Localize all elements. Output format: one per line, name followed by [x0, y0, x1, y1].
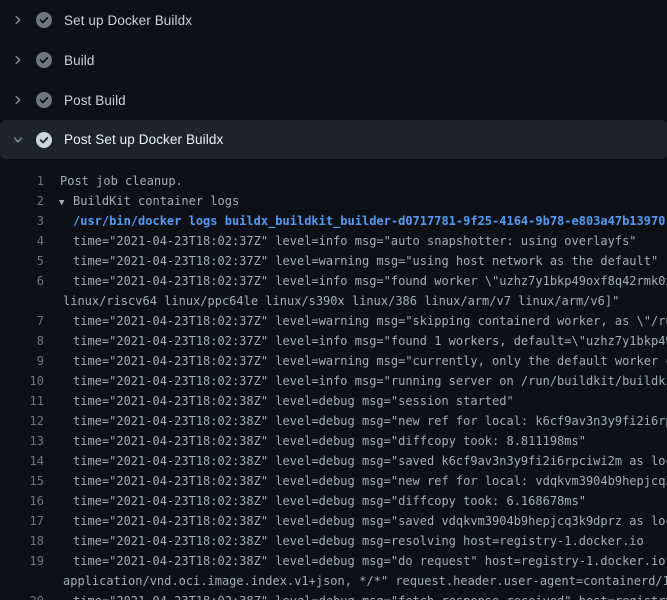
step-row-build[interactable]: Build [0, 40, 667, 80]
line-text: time="2021-04-23T18:02:38Z" level=debug … [44, 471, 667, 491]
line-text: time="2021-04-23T18:02:38Z" level=debug … [44, 411, 667, 431]
line-number[interactable]: 17 [0, 511, 44, 531]
line-text: time="2021-04-23T18:02:37Z" level=warnin… [44, 351, 667, 371]
group-label: BuildKit container logs [73, 194, 239, 208]
line-number[interactable]: 7 [0, 311, 44, 331]
line-number[interactable]: 4 [0, 231, 44, 251]
line-number[interactable]: 20 [0, 591, 44, 600]
log-line: 16 time="2021-04-23T18:02:38Z" level=deb… [0, 491, 667, 511]
step-row-post-set-up-docker-buildx[interactable]: Post Set up Docker Buildx [0, 120, 667, 159]
log-line: application/vnd.oci.image.index.v1+json,… [0, 571, 667, 591]
line-text: ▼BuildKit container logs [44, 191, 239, 211]
line-number[interactable]: 16 [0, 491, 44, 511]
check-circle-icon [36, 92, 52, 108]
log-line: 8 time="2021-04-23T18:02:37Z" level=info… [0, 331, 667, 351]
line-text: application/vnd.oci.image.index.v1+json,… [44, 571, 667, 591]
log-line: linux/riscv64 linux/ppc64le linux/s390x … [0, 291, 667, 311]
line-number[interactable]: 6 [0, 271, 44, 291]
line-text: time="2021-04-23T18:02:38Z" level=debug … [44, 551, 667, 571]
log-line: 19 time="2021-04-23T18:02:38Z" level=deb… [0, 551, 667, 571]
line-number[interactable]: 11 [0, 391, 44, 411]
log-line: 5 time="2021-04-23T18:02:37Z" level=warn… [0, 251, 667, 271]
log-line: 14 time="2021-04-23T18:02:38Z" level=deb… [0, 451, 667, 471]
line-number[interactable]: 10 [0, 371, 44, 391]
check-circle-icon [36, 52, 52, 68]
log-viewer: 1 Post job cleanup. 2 ▼BuildKit containe… [0, 171, 667, 600]
line-number[interactable] [0, 571, 44, 591]
step-row-post-build[interactable]: Post Build [0, 80, 667, 120]
line-number[interactable]: 12 [0, 411, 44, 431]
log-line: 9 time="2021-04-23T18:02:37Z" level=warn… [0, 351, 667, 371]
line-number[interactable]: 2 [0, 191, 44, 211]
log-line: 11 time="2021-04-23T18:02:38Z" level=deb… [0, 391, 667, 411]
log-line: 18 time="2021-04-23T18:02:38Z" level=deb… [0, 531, 667, 551]
log-line: 6 time="2021-04-23T18:02:37Z" level=info… [0, 271, 667, 291]
step-label: Build [64, 53, 95, 68]
line-number[interactable]: 13 [0, 431, 44, 451]
line-number[interactable] [0, 291, 44, 311]
chevron-down-icon [10, 132, 26, 148]
log-line: 15 time="2021-04-23T18:02:38Z" level=deb… [0, 471, 667, 491]
step-label: Post Build [64, 93, 126, 108]
line-number[interactable]: 8 [0, 331, 44, 351]
line-text: time="2021-04-23T18:02:37Z" level=info m… [44, 371, 667, 391]
line-text: time="2021-04-23T18:02:37Z" level=info m… [44, 231, 637, 251]
log-line: 13 time="2021-04-23T18:02:38Z" level=deb… [0, 431, 667, 451]
log-line: 10 time="2021-04-23T18:02:37Z" level=inf… [0, 371, 667, 391]
line-text: time="2021-04-23T18:02:37Z" level=info m… [44, 331, 667, 351]
line-number[interactable]: 3 [0, 211, 44, 231]
line-text: Post job cleanup. [44, 171, 183, 191]
log-line: 20 time="2021-04-23T18:02:38Z" level=deb… [0, 591, 667, 600]
log-line: 12 time="2021-04-23T18:02:38Z" level=deb… [0, 411, 667, 431]
line-text: time="2021-04-23T18:02:37Z" level=warnin… [44, 311, 667, 331]
line-text: /usr/bin/docker logs buildx_buildkit_bui… [44, 211, 665, 231]
log-line-command: 3 /usr/bin/docker logs buildx_buildkit_b… [0, 211, 667, 231]
line-number[interactable]: 15 [0, 471, 44, 491]
line-text: time="2021-04-23T18:02:38Z" level=debug … [44, 531, 644, 551]
line-number[interactable]: 9 [0, 351, 44, 371]
line-text: linux/riscv64 linux/ppc64le linux/s390x … [44, 291, 619, 311]
line-text: time="2021-04-23T18:02:38Z" level=debug … [44, 491, 586, 511]
step-label: Post Set up Docker Buildx [64, 132, 223, 147]
line-text: time="2021-04-23T18:02:37Z" level=warnin… [44, 251, 658, 271]
line-number[interactable]: 1 [0, 171, 44, 191]
chevron-right-icon [10, 12, 26, 28]
check-circle-icon [36, 12, 52, 28]
line-text: time="2021-04-23T18:02:38Z" level=debug … [44, 431, 586, 451]
log-line: 1 Post job cleanup. [0, 171, 667, 191]
line-text: time="2021-04-23T18:02:38Z" level=debug … [44, 391, 514, 411]
line-text: time="2021-04-23T18:02:38Z" level=debug … [44, 591, 667, 600]
line-text: time="2021-04-23T18:02:38Z" level=debug … [44, 451, 667, 471]
line-number[interactable]: 18 [0, 531, 44, 551]
step-label: Set up Docker Buildx [64, 13, 192, 28]
log-line: 17 time="2021-04-23T18:02:38Z" level=deb… [0, 511, 667, 531]
line-text: time="2021-04-23T18:02:37Z" level=info m… [44, 271, 667, 291]
line-number[interactable]: 14 [0, 451, 44, 471]
triangle-down-icon: ▼ [59, 193, 73, 211]
check-circle-icon [36, 132, 52, 148]
line-number[interactable]: 5 [0, 251, 44, 271]
chevron-right-icon [10, 52, 26, 68]
chevron-right-icon [10, 92, 26, 108]
log-line: 7 time="2021-04-23T18:02:37Z" level=warn… [0, 311, 667, 331]
line-number[interactable]: 19 [0, 551, 44, 571]
step-row-set-up-docker-buildx[interactable]: Set up Docker Buildx [0, 0, 667, 40]
steps-list: Set up Docker Buildx Build [0, 0, 667, 159]
log-group-toggle[interactable]: 2 ▼BuildKit container logs [0, 191, 667, 211]
line-text: time="2021-04-23T18:02:38Z" level=debug … [44, 511, 667, 531]
log-line: 4 time="2021-04-23T18:02:37Z" level=info… [0, 231, 667, 251]
